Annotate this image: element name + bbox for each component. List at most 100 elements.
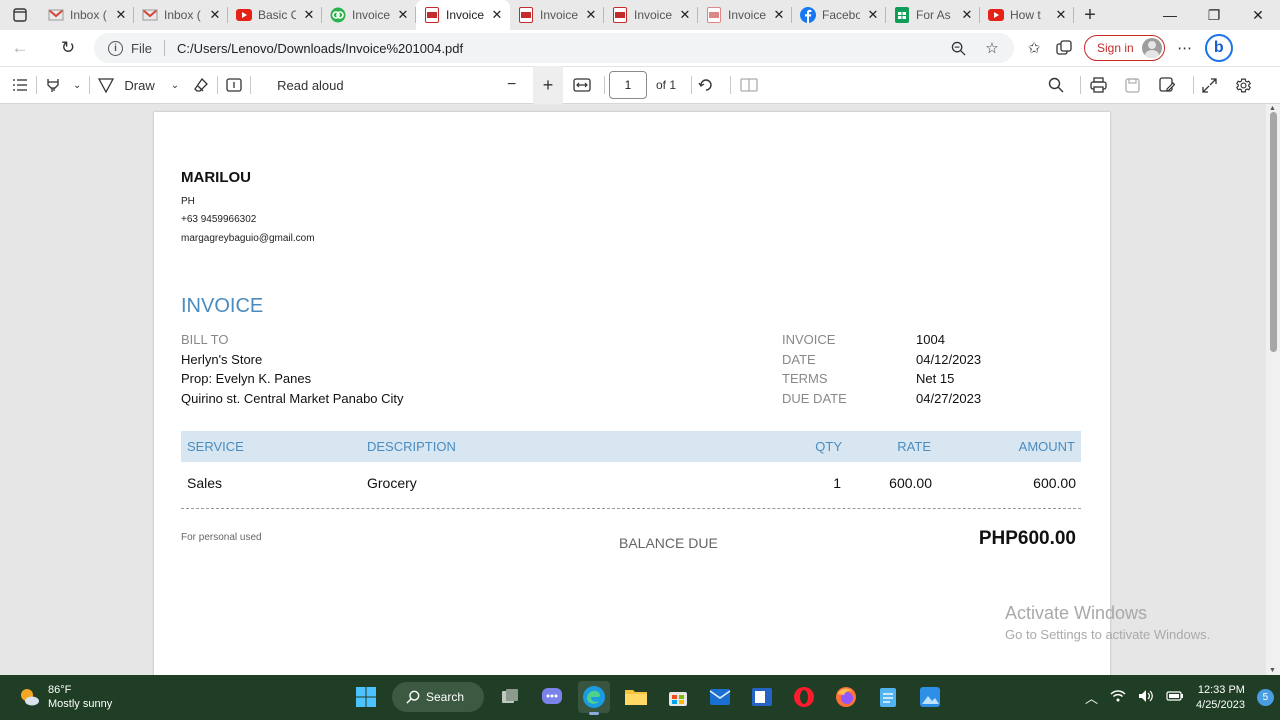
company-phone: +63 9459966302 — [181, 214, 257, 225]
scroll-down-icon[interactable]: ▼ — [1269, 667, 1276, 674]
refresh-button[interactable]: ↻ — [48, 30, 88, 66]
system-tray: ︿ 12:33 PM 4/25/2023 5 — [1085, 675, 1274, 720]
page-view-button[interactable] — [740, 66, 758, 104]
store-icon — [669, 692, 687, 706]
volume-icon[interactable] — [1138, 689, 1154, 706]
wifi-icon[interactable] — [1110, 689, 1126, 706]
zoom-out-button[interactable]: − — [507, 66, 516, 104]
more-options-icon[interactable]: ⋯ — [1175, 38, 1195, 58]
close-window-button[interactable]: ✕ — [1236, 0, 1280, 30]
zoom-in-button[interactable]: + — [533, 66, 563, 104]
tab-4-active[interactable]: Invoice ✕ — [416, 0, 510, 30]
erase-button[interactable] — [193, 66, 209, 104]
close-icon[interactable]: ✕ — [584, 8, 598, 22]
close-icon[interactable]: ✕ — [1054, 8, 1068, 22]
draw-button[interactable]: Draw — [98, 66, 155, 104]
tab-1[interactable]: Inbox ( ✕ — [134, 0, 228, 30]
save-as-button[interactable] — [1159, 66, 1175, 104]
tab-6[interactable]: Invoice ✕ — [604, 0, 698, 30]
edge-taskbar-button[interactable] — [578, 681, 610, 715]
tab-actions-button[interactable] — [0, 0, 40, 30]
battery-icon[interactable] — [1166, 690, 1184, 705]
due-date-label: DUE DATE — [782, 391, 847, 406]
tab-0[interactable]: Inbox ( ✕ — [40, 0, 134, 30]
url-text: C:/Users/Lenovo/Downloads/Invoice%201004… — [176, 40, 464, 56]
start-button[interactable] — [350, 681, 382, 713]
tab-5[interactable]: Invoice ✕ — [510, 0, 604, 30]
pdf-toolbar: ⌄ Draw ⌄ Read aloud − + 1 of 1 — [0, 66, 1280, 104]
address-input[interactable]: i File C:/Users/Lenovo/Downloads/Invoice… — [94, 33, 1014, 63]
gmail-icon — [48, 7, 64, 23]
collections-icon[interactable] — [1054, 38, 1074, 58]
close-icon[interactable]: ✕ — [960, 8, 974, 22]
back-button[interactable]: ← — [0, 30, 40, 66]
weather-widget[interactable]: 86°F Mostly sunny — [18, 683, 112, 711]
fullscreen-button[interactable] — [1202, 66, 1217, 104]
info-icon[interactable]: i — [108, 40, 123, 56]
print-button[interactable] — [1090, 66, 1107, 104]
tab-10[interactable]: How t ✕ — [980, 0, 1074, 30]
draw-options-button[interactable]: ⌄ — [171, 66, 179, 104]
firefox-button[interactable] — [830, 681, 862, 713]
tab-2[interactable]: Basic C ✕ — [228, 0, 322, 30]
scroll-up-icon[interactable]: ▲ — [1269, 105, 1276, 112]
teams-chat-button[interactable] — [536, 681, 568, 713]
draw-label: Draw — [124, 77, 155, 93]
clock[interactable]: 12:33 PM 4/25/2023 — [1196, 683, 1245, 713]
close-icon[interactable]: ✕ — [302, 8, 316, 22]
close-icon[interactable]: ✕ — [678, 8, 692, 22]
maximize-button[interactable]: ❐ — [1192, 0, 1236, 30]
page-number-input[interactable]: 1 — [609, 71, 647, 99]
bing-chat-button[interactable]: b — [1204, 34, 1233, 62]
show-hidden-icons-icon[interactable]: ︿ — [1085, 688, 1098, 707]
close-icon[interactable]: ✕ — [866, 8, 880, 22]
fit-width-button[interactable] — [573, 66, 591, 104]
notepad-button[interactable] — [872, 681, 904, 713]
tab-7[interactable]: Invoice ✕ — [698, 0, 792, 30]
tab-9[interactable]: For As ✕ — [886, 0, 980, 30]
pdf-viewer[interactable]: MARILOU PH +63 9459966302 margagreybagui… — [0, 104, 1266, 675]
file-explorer-button[interactable] — [620, 681, 652, 713]
contents-button[interactable] — [12, 66, 28, 104]
close-icon[interactable]: ✕ — [114, 8, 128, 22]
taskbar-search[interactable]: Search — [392, 682, 484, 712]
mail-button[interactable] — [704, 681, 736, 713]
tab-8[interactable]: Facebo ✕ — [792, 0, 886, 30]
company-email: margagreybaguio@gmail.com — [181, 233, 315, 244]
cell-service: Sales — [187, 475, 223, 491]
task-view-button[interactable] — [494, 681, 526, 713]
vertical-scrollbar[interactable]: ▲ ▼ — [1266, 104, 1280, 675]
pdf-settings-button[interactable] — [1235, 66, 1252, 104]
tab-title: How t — [1010, 8, 1041, 22]
browser-toolbar-right: ✩ Sign in ⋯ b — [1024, 30, 1233, 66]
tab-3[interactable]: Invoice ✕ — [322, 0, 416, 30]
scrollbar-thumb[interactable] — [1270, 112, 1277, 352]
address-bar-row: ← ↻ i File C:/Users/Lenovo/Downloads/Inv… — [0, 30, 1280, 66]
add-text-button[interactable] — [226, 66, 242, 104]
add-favorite-icon[interactable]: ☆ — [982, 38, 1002, 58]
whiteboard-button[interactable] — [746, 681, 778, 713]
new-tab-button[interactable]: + — [1074, 0, 1106, 30]
bill-to-line: Herlyn's Store — [181, 352, 263, 367]
plus-icon: + — [542, 74, 554, 95]
find-button[interactable] — [1048, 66, 1064, 104]
rotate-button[interactable] — [698, 66, 714, 104]
highlight-button[interactable] — [45, 66, 61, 104]
store-button[interactable] — [662, 681, 694, 713]
paint-button[interactable] — [914, 681, 946, 713]
read-aloud-button[interactable]: Read aloud — [277, 66, 344, 104]
close-icon[interactable]: ✕ — [208, 8, 222, 22]
close-icon[interactable]: ✕ — [396, 8, 410, 22]
close-icon: ✕ — [1252, 6, 1264, 23]
save-button[interactable] — [1125, 66, 1140, 104]
minimize-button[interactable]: — — [1148, 0, 1192, 30]
zoom-icon[interactable] — [948, 38, 968, 58]
favorites-icon[interactable]: ✩ — [1024, 38, 1044, 58]
highlight-options-button[interactable]: ⌄ — [73, 66, 81, 104]
partly-sunny-icon — [21, 689, 39, 706]
sign-in-button[interactable]: Sign in — [1084, 35, 1165, 61]
opera-button[interactable] — [788, 681, 820, 713]
notification-badge[interactable]: 5 — [1256, 689, 1274, 706]
close-icon[interactable]: ✕ — [772, 8, 786, 22]
close-icon[interactable]: ✕ — [490, 8, 504, 22]
